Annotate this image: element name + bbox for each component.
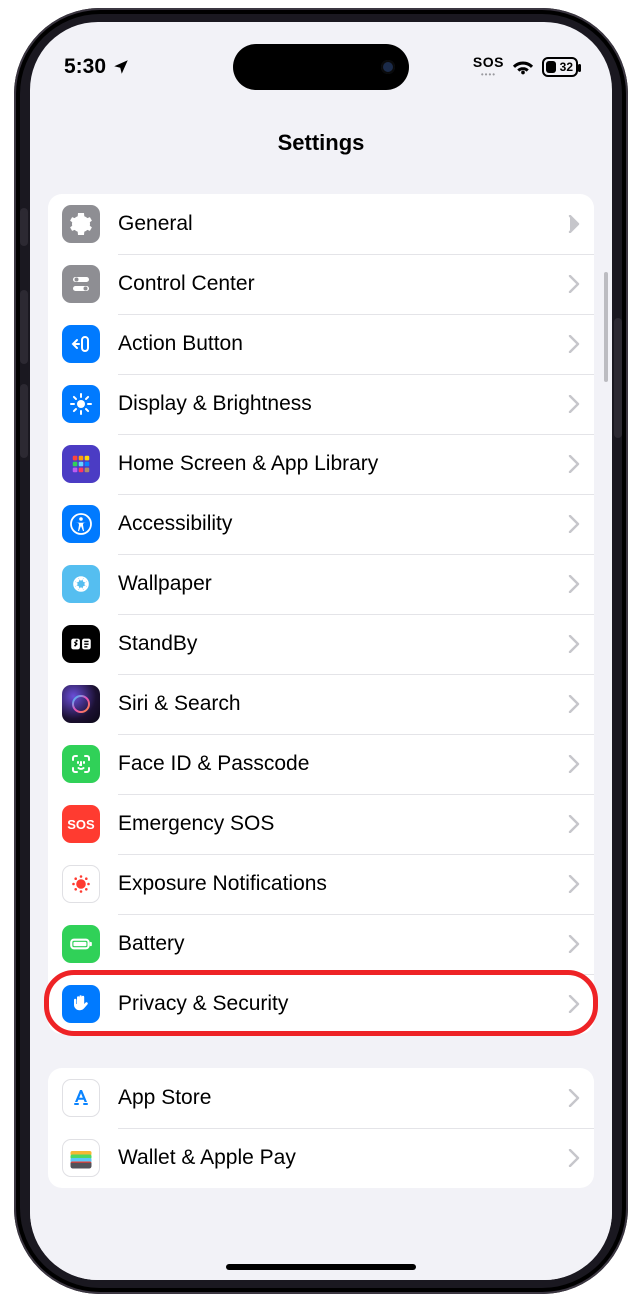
battery-percent: 32: [560, 59, 574, 75]
battery-indicator: 32: [542, 57, 578, 77]
row-accessibility[interactable]: Accessibility: [48, 494, 594, 554]
screen: 5:30 SOS •••• 32: [30, 22, 612, 1280]
row-label: Siri & Search: [118, 692, 568, 716]
row-label: App Store: [118, 1086, 568, 1110]
settings-group-main: General Control Center: [48, 194, 594, 1034]
row-standby[interactable]: StandBy: [48, 614, 594, 674]
row-label: Privacy & Security: [118, 992, 568, 1016]
chevron-right-icon: [568, 935, 580, 953]
chevron-right-icon: [568, 1089, 580, 1107]
row-label: StandBy: [118, 632, 568, 656]
row-exposure-notifications[interactable]: Exposure Notifications: [48, 854, 594, 914]
row-siri-search[interactable]: Siri & Search: [48, 674, 594, 734]
row-wallet-apple-pay[interactable]: Wallet & Apple Pay: [48, 1128, 594, 1188]
page-title: Settings: [278, 130, 365, 156]
settings-group-store: App Store Wallet & Apple Pay: [48, 1068, 594, 1188]
wallet-icon: [62, 1139, 100, 1177]
row-battery[interactable]: Battery: [48, 914, 594, 974]
row-wallpaper[interactable]: Wallpaper: [48, 554, 594, 614]
exposure-icon: [62, 865, 100, 903]
chevron-right-icon: [568, 215, 580, 233]
row-faceid-passcode[interactable]: Face ID & Passcode: [48, 734, 594, 794]
cellular-sos-indicator: SOS ••••: [473, 55, 504, 79]
battery-icon: [62, 925, 100, 963]
row-label: Action Button: [118, 332, 568, 356]
chevron-right-icon: [568, 275, 580, 293]
phone-frame: 5:30 SOS •••• 32: [14, 8, 628, 1294]
row-label: Control Center: [118, 272, 568, 296]
row-home-screen[interactable]: Home Screen & App Library: [48, 434, 594, 494]
switches-icon: [62, 265, 100, 303]
chevron-right-icon: [568, 1149, 580, 1167]
side-button: [614, 318, 622, 438]
wallpaper-icon: [62, 565, 100, 603]
row-emergency-sos[interactable]: SOS Emergency SOS: [48, 794, 594, 854]
chevron-right-icon: [568, 695, 580, 713]
chevron-right-icon: [568, 395, 580, 413]
chevron-right-icon: [568, 995, 580, 1013]
faceid-icon: [62, 745, 100, 783]
row-label: General: [118, 212, 568, 236]
row-privacy-security[interactable]: Privacy & Security: [48, 974, 594, 1034]
sos-icon: SOS: [62, 805, 100, 843]
accessibility-icon: [62, 505, 100, 543]
hand-icon: [62, 985, 100, 1023]
scroll-indicator: [604, 272, 608, 382]
chevron-right-icon: [568, 755, 580, 773]
status-time: 5:30: [64, 55, 106, 79]
row-general[interactable]: General: [48, 194, 594, 254]
chevron-right-icon: [568, 455, 580, 473]
app-grid-icon: [62, 445, 100, 483]
wifi-icon: [512, 56, 534, 78]
chevron-right-icon: [568, 335, 580, 353]
settings-list[interactable]: General Control Center: [30, 172, 612, 1280]
gear-icon: [62, 205, 100, 243]
row-label: Display & Brightness: [118, 392, 568, 416]
chevron-right-icon: [568, 635, 580, 653]
app-store-icon: [62, 1079, 100, 1117]
row-label: Battery: [118, 932, 568, 956]
chevron-right-icon: [568, 515, 580, 533]
mute-switch: [20, 208, 28, 246]
row-label: Accessibility: [118, 512, 568, 536]
location-icon: [112, 58, 130, 76]
chevron-right-icon: [568, 575, 580, 593]
row-label: Exposure Notifications: [118, 872, 568, 896]
row-app-store[interactable]: App Store: [48, 1068, 594, 1128]
chevron-right-icon: [568, 875, 580, 893]
action-button-icon: [62, 325, 100, 363]
row-label: Emergency SOS: [118, 812, 568, 836]
volume-down-button: [20, 384, 28, 458]
standby-icon: [62, 625, 100, 663]
row-control-center[interactable]: Control Center: [48, 254, 594, 314]
volume-up-button: [20, 290, 28, 364]
brightness-icon: [62, 385, 100, 423]
row-display-brightness[interactable]: Display & Brightness: [48, 374, 594, 434]
row-label: Wallet & Apple Pay: [118, 1146, 568, 1170]
chevron-right-icon: [568, 815, 580, 833]
row-label: Home Screen & App Library: [118, 452, 568, 476]
row-label: Wallpaper: [118, 572, 568, 596]
row-label: Face ID & Passcode: [118, 752, 568, 776]
siri-icon: [62, 685, 100, 723]
row-action-button[interactable]: Action Button: [48, 314, 594, 374]
home-indicator[interactable]: [226, 1264, 416, 1270]
status-bar: 5:30 SOS •••• 32: [30, 44, 612, 90]
nav-bar: Settings: [30, 114, 612, 172]
